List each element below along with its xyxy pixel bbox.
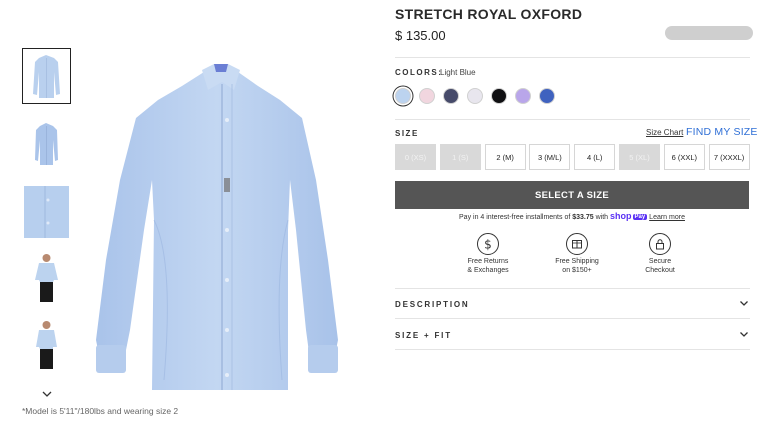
learn-more-link[interactable]: Learn more [649, 214, 685, 221]
size-option[interactable]: 0 (XS) [395, 144, 436, 170]
feature-secure-line2: Checkout [645, 266, 675, 274]
dollar-icon: $ [477, 233, 499, 255]
thumbnail-model-angle[interactable] [24, 319, 69, 371]
thumbnail-shirt-folded[interactable] [24, 118, 69, 170]
size-option[interactable]: 5 (XL) [619, 144, 660, 170]
svg-text:$: $ [484, 238, 492, 252]
feature-shipping-line1: Free Shipping [555, 258, 599, 265]
thumbnail-fabric-detail[interactable] [24, 186, 69, 238]
accordion-size-fit[interactable]: SIZE + FIT [395, 331, 452, 340]
selected-color-name: Light Blue [440, 68, 476, 77]
product-price: $ 135.00 [395, 28, 446, 43]
feature-secure-line1: Secure [648, 258, 672, 265]
divider [395, 349, 750, 350]
thumbnail-model-front[interactable] [24, 252, 69, 304]
accordion-description[interactable]: DESCRIPTION [395, 300, 469, 309]
size-chart-link[interactable]: Size Chart [646, 128, 683, 137]
feature-shipping: Free Shipping on $150+ [537, 258, 617, 275]
shop-pay-badge: Pay [632, 214, 648, 220]
chevron-down-icon[interactable] [739, 300, 749, 307]
size-option[interactable]: 1 (S) [439, 144, 481, 170]
size-option[interactable]: 2 (M) [484, 144, 526, 170]
chevron-down-icon[interactable] [40, 389, 54, 399]
lock-icon [649, 233, 671, 255]
size-option[interactable]: 7 (XXXL) [708, 144, 750, 170]
feature-returns-line2: & Exchanges [467, 266, 509, 274]
thumbnail-shirt-front[interactable] [22, 48, 71, 104]
divider [395, 318, 750, 319]
feature-shipping-line2: on $150+ [562, 266, 592, 274]
size-option[interactable]: 4 (L) [574, 144, 616, 170]
divider [395, 288, 750, 289]
color-swatch[interactable] [419, 88, 435, 104]
feature-secure: Secure Checkout [620, 258, 700, 275]
size-option[interactable]: 6 (XXL) [663, 144, 705, 170]
feature-returns-line1: Free Returns [467, 258, 509, 265]
color-swatch[interactable] [443, 88, 459, 104]
chevron-down-icon[interactable] [739, 331, 749, 338]
size-label: SIZE [395, 129, 419, 138]
loading-placeholder [665, 26, 753, 40]
find-my-size-link[interactable]: FIND MY SIZE [686, 126, 758, 138]
model-note: *Model is 5'11"/180lbs and wearing size … [22, 406, 179, 416]
main-product-image [96, 64, 338, 390]
shop-pay-logo: shop [610, 211, 632, 221]
color-swatch[interactable] [539, 88, 555, 104]
divider [395, 57, 750, 58]
divider [395, 119, 750, 120]
color-swatch[interactable] [515, 88, 531, 104]
color-swatch[interactable] [395, 88, 411, 104]
feature-returns: Free Returns & Exchanges [448, 258, 528, 275]
installments-amount: $33.75 [572, 214, 594, 221]
color-swatch[interactable] [467, 88, 483, 104]
size-option[interactable]: 3 (M/L) [529, 144, 571, 170]
installments-prefix: Pay in 4 interest-free installments of [459, 214, 571, 221]
color-swatch[interactable] [491, 88, 507, 104]
installments-text: Pay in 4 interest-free installments of $… [395, 211, 749, 221]
select-size-button[interactable]: SELECT A SIZE [395, 181, 749, 209]
box-icon [566, 233, 588, 255]
product-title: STRETCH ROYAL OXFORD [395, 6, 583, 22]
installments-with: with [595, 214, 609, 221]
colors-label: COLORS: [395, 68, 443, 77]
